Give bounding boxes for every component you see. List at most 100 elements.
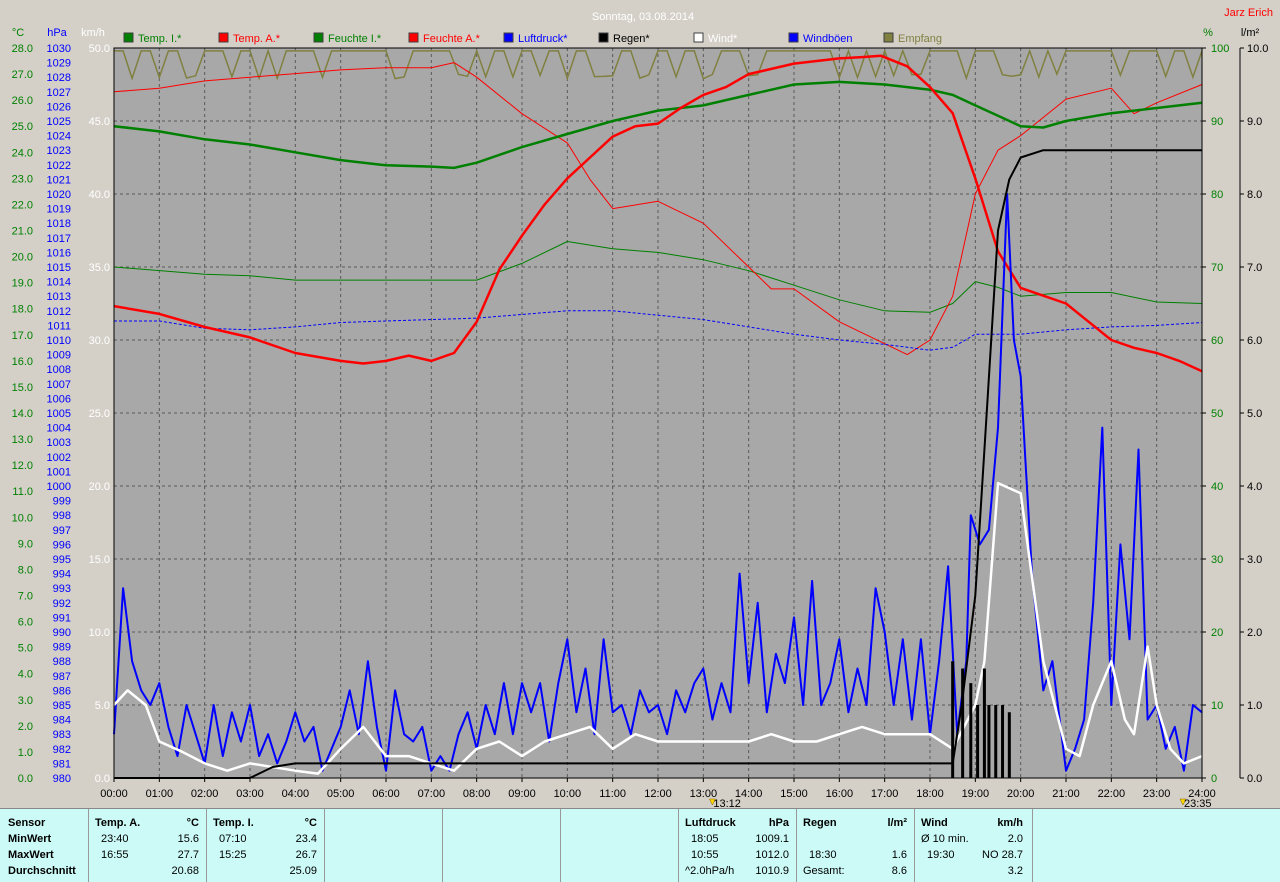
humidity-tick-label: 40 bbox=[1211, 481, 1223, 493]
temp-tick-label: 15.0 bbox=[12, 382, 33, 394]
temp-tick-label: 8.0 bbox=[18, 564, 33, 576]
rain-tick-label: 1.0 bbox=[1247, 700, 1262, 712]
pressure-tick-label: 986 bbox=[53, 685, 71, 697]
temp-a-avg: 20.68 bbox=[171, 865, 199, 877]
pressure-tick-label: 1027 bbox=[47, 87, 71, 99]
time-tick-label: 11:00 bbox=[599, 788, 626, 800]
wind-max-time: 19:30 bbox=[927, 849, 955, 861]
pressure-tick-label: 987 bbox=[53, 671, 71, 683]
pressure-tick-label: 1019 bbox=[47, 204, 71, 216]
time-tick-label: 00:00 bbox=[100, 788, 128, 800]
pressure-column: Luftdruck hPa 18:05 1009.1 10:55 1012.0 … bbox=[678, 809, 797, 882]
rain-tick-label: 3.0 bbox=[1247, 554, 1262, 566]
temp-tick-label: 7.0 bbox=[18, 591, 33, 603]
pressure-tick-label: 1014 bbox=[47, 277, 71, 289]
temp-tick-label: 1.0 bbox=[18, 747, 33, 759]
rain-tick-label: 10.0 bbox=[1247, 43, 1268, 55]
pressure-tick-label: 988 bbox=[53, 656, 71, 668]
rain-unit-label: l/m² bbox=[1241, 27, 1260, 39]
time-tick-label: 06:00 bbox=[372, 788, 400, 800]
pressure-title: Luftdruck bbox=[685, 817, 736, 829]
rain-tick-label: 7.0 bbox=[1247, 262, 1262, 274]
temp-a-max-time: 16:55 bbox=[101, 849, 129, 861]
rain-tick-label: 2.0 bbox=[1247, 627, 1262, 639]
pressure-tick-label: 1013 bbox=[47, 291, 71, 303]
temp-i-title: Temp. I. bbox=[213, 817, 254, 829]
weather-chart: Sonntag, 03.08.2014 Jarz Erich Temp. I.*… bbox=[0, 0, 1280, 808]
legend-swatch bbox=[598, 32, 609, 43]
wind-tick-label: 15.0 bbox=[89, 554, 110, 566]
wind-tick-label: 25.0 bbox=[89, 408, 110, 420]
rain-max: 1.6 bbox=[891, 849, 907, 861]
pressure-min-time: 18:05 bbox=[691, 833, 719, 845]
time-tick-label: 07:00 bbox=[418, 788, 446, 800]
temp-tick-label: 26.0 bbox=[12, 95, 33, 107]
legend-swatch bbox=[788, 32, 799, 43]
rain-unit: l/m² bbox=[887, 817, 907, 829]
row-label-avg: Durchschnitt bbox=[8, 865, 76, 877]
author-label: Jarz Erich bbox=[1224, 7, 1273, 19]
temp-tick-label: 0.0 bbox=[18, 773, 33, 785]
temp-tick-label: 18.0 bbox=[12, 304, 33, 316]
pressure-tick-label: 1001 bbox=[47, 466, 71, 478]
temp-tick-label: 23.0 bbox=[12, 173, 33, 185]
temp-i-max-time: 15:25 bbox=[219, 849, 247, 861]
sensor-header: Sensor bbox=[8, 817, 46, 829]
legend-label: Feuchte A.* bbox=[423, 33, 481, 45]
pressure-tick-label: 1003 bbox=[47, 437, 71, 449]
row-label-max: MaxWert bbox=[8, 849, 54, 861]
humidity-tick-label: 80 bbox=[1211, 189, 1223, 201]
wind-tick-label: 40.0 bbox=[89, 189, 110, 201]
pressure-tick-label: 998 bbox=[53, 510, 71, 522]
temp-unit-label: °C bbox=[12, 27, 24, 39]
pressure-unit-label: hPa bbox=[47, 27, 67, 39]
temp-tick-label: 28.0 bbox=[12, 43, 33, 55]
wind-column: Wind km/h Ø 10 min. 2.0 19:30 NO 28.7 3.… bbox=[914, 809, 1033, 882]
empty-column-2 bbox=[442, 809, 561, 882]
pressure-tick-label: 1026 bbox=[47, 101, 71, 113]
temp-i-min-time: 07:10 bbox=[219, 833, 247, 845]
legend-label: Windböen bbox=[803, 33, 853, 45]
temp-a-min-time: 23:40 bbox=[101, 833, 129, 845]
temp-tick-label: 16.0 bbox=[12, 356, 33, 368]
humidity-tick-label: 90 bbox=[1211, 116, 1223, 128]
humidity-unit-label: % bbox=[1203, 27, 1213, 39]
pressure-tick-label: 982 bbox=[53, 744, 71, 756]
humidity-tick-label: 70 bbox=[1211, 262, 1223, 274]
pressure-tick-label: 1008 bbox=[47, 364, 71, 376]
pressure-tick-label: 983 bbox=[53, 729, 71, 741]
pressure-tick-label: 1017 bbox=[47, 233, 71, 245]
temp-tick-label: 12.0 bbox=[12, 460, 33, 472]
temp-a-min: 15.6 bbox=[177, 833, 199, 845]
rain-tick-label: 0.0 bbox=[1247, 773, 1262, 785]
wind-tick-label: 45.0 bbox=[89, 116, 110, 128]
temp-tick-label: 6.0 bbox=[18, 617, 33, 629]
wind-tick-label: 0.0 bbox=[95, 773, 110, 785]
pressure-max-time: 10:55 bbox=[691, 849, 719, 861]
pressure-tick-label: 1002 bbox=[47, 452, 71, 464]
pressure-tick-label: 995 bbox=[53, 554, 71, 566]
humidity-tick-label: 20 bbox=[1211, 627, 1223, 639]
legend-label: Feuchte I.* bbox=[328, 33, 382, 45]
pressure-tick-label: 1018 bbox=[47, 218, 71, 230]
rain-tick-label: 5.0 bbox=[1247, 408, 1262, 420]
pressure-tick-label: 985 bbox=[53, 700, 71, 712]
humidity-tick-label: 30 bbox=[1211, 554, 1223, 566]
pressure-avg: 1010.9 bbox=[755, 865, 789, 877]
time-tick-label: 09:00 bbox=[508, 788, 536, 800]
pressure-tick-label: 1024 bbox=[47, 131, 71, 143]
plot-area bbox=[113, 47, 1203, 779]
temp-tick-label: 24.0 bbox=[12, 147, 33, 159]
pressure-tick-label: 1029 bbox=[47, 58, 71, 70]
legend-label: Temp. A.* bbox=[233, 33, 281, 45]
rain-tick-label: 8.0 bbox=[1247, 189, 1262, 201]
time-tick-label: 08:00 bbox=[463, 788, 491, 800]
pressure-tick-label: 991 bbox=[53, 612, 71, 624]
pressure-trend: ^2.0hPa/h bbox=[685, 865, 735, 877]
temp-tick-label: 13.0 bbox=[12, 434, 33, 446]
temp-tick-label: 21.0 bbox=[12, 226, 33, 238]
wind-title: Wind bbox=[921, 817, 948, 829]
temp-tick-label: 27.0 bbox=[12, 69, 33, 81]
pressure-tick-label: 1020 bbox=[47, 189, 71, 201]
pressure-tick-label: 1025 bbox=[47, 116, 71, 128]
